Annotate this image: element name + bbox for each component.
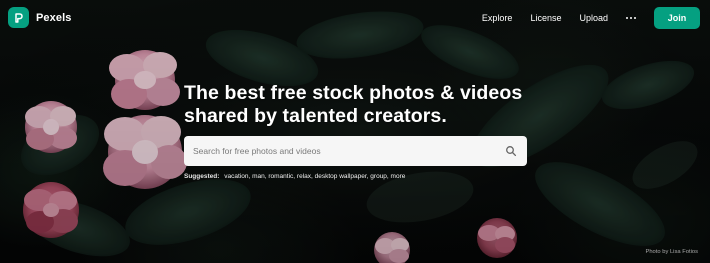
suggestion-vacation[interactable]: vacation bbox=[224, 173, 248, 180]
search-box[interactable] bbox=[184, 135, 527, 166]
nav-license[interactable]: License bbox=[530, 13, 561, 23]
suggestion-relax[interactable]: relax bbox=[297, 173, 311, 180]
top-navigation: Pexels Explore License Upload Join bbox=[0, 0, 710, 36]
primary-nav: Explore License Upload Join bbox=[482, 7, 700, 29]
nav-explore[interactable]: Explore bbox=[482, 13, 513, 23]
photo-credit[interactable]: Photo by Lisa Fotios bbox=[645, 249, 698, 255]
pexels-logo-icon[interactable] bbox=[8, 7, 29, 28]
join-button[interactable]: Join bbox=[654, 7, 700, 29]
suggested-label: Suggested: bbox=[184, 172, 220, 180]
suggestion-desktop-wallpaper[interactable]: desktop wallpaper bbox=[315, 173, 367, 180]
more-dot bbox=[630, 17, 632, 19]
search-input[interactable] bbox=[184, 135, 484, 166]
suggestion-more[interactable]: more bbox=[391, 173, 406, 180]
search-icon[interactable] bbox=[503, 143, 519, 159]
hero-headline: The best free stock photos & videos shar… bbox=[184, 82, 523, 127]
more-dot bbox=[634, 17, 636, 19]
hero-content: The best free stock photos & videos shar… bbox=[184, 82, 527, 180]
nav-upload[interactable]: Upload bbox=[579, 13, 608, 23]
suggestions: Suggested: vacation, man, romantic, rela… bbox=[184, 173, 527, 180]
logo-glyph bbox=[14, 12, 23, 23]
search-glyph bbox=[506, 145, 517, 156]
suggestion-group[interactable]: group bbox=[370, 173, 387, 180]
suggestion-man[interactable]: man bbox=[252, 173, 265, 180]
suggestion-romantic[interactable]: romantic bbox=[268, 173, 293, 180]
brand-name[interactable]: Pexels bbox=[36, 12, 71, 24]
brand[interactable]: Pexels bbox=[8, 7, 71, 28]
more-dot bbox=[626, 17, 628, 19]
hero-section: Pexels Explore License Upload Join The b… bbox=[0, 0, 710, 263]
more-dots-icon[interactable] bbox=[626, 12, 636, 24]
